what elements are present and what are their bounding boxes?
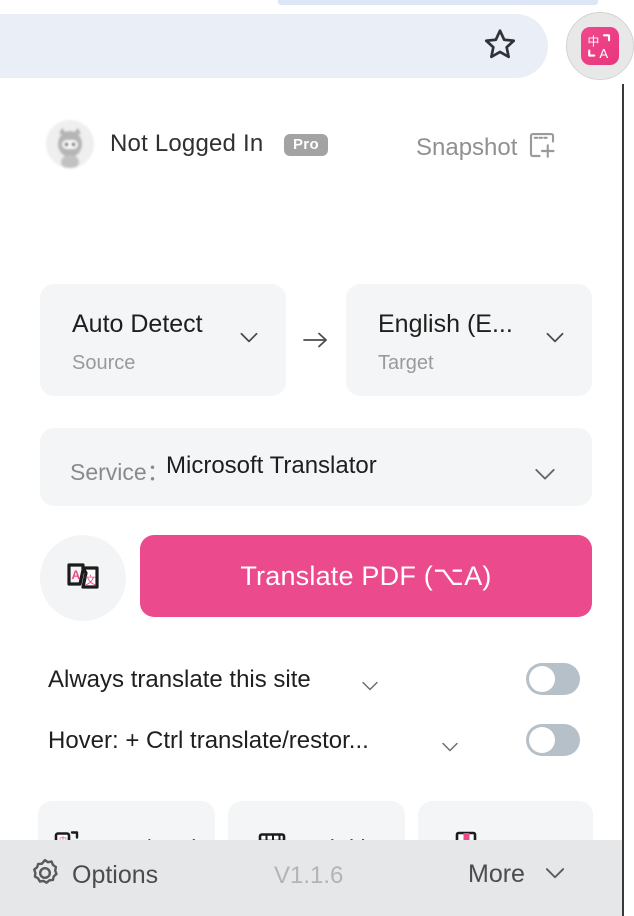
popup-footer: Options V1.1.6 More [0, 840, 622, 916]
chevron-down-icon [541, 858, 569, 891]
omnibox[interactable] [0, 14, 548, 78]
more-label: More [468, 860, 525, 888]
version-label: V1.1.6 [274, 862, 344, 889]
extension-icon-button[interactable]: 中 A [566, 12, 634, 80]
chevron-down-icon [530, 458, 560, 493]
service-value: Microsoft Translator [166, 452, 377, 479]
options-button[interactable]: Options [28, 856, 158, 895]
language-direction-arrow [298, 326, 334, 359]
translate-extension-icon: 中 A [581, 27, 619, 65]
account-row: Not Logged In Pro Snapshot [0, 114, 622, 174]
language-selection-row: Auto Detect Source English (E... Target [0, 284, 622, 400]
chevron-down-icon [236, 324, 262, 355]
service-label: Service： [70, 459, 170, 485]
user-avatar-icon [46, 120, 94, 168]
hover-option-row: Hover: + Ctrl translate/restor... [0, 718, 622, 768]
extension-popup-panel: Not Logged In Pro Snapshot Auto Detect S… [0, 84, 624, 916]
popup-content: Not Logged In Pro Snapshot Auto Detect S… [0, 84, 622, 895]
target-language-sublabel: Target [378, 352, 434, 374]
gear-icon [28, 856, 62, 895]
star-icon [483, 27, 517, 66]
avatar[interactable] [46, 120, 94, 168]
source-language-value: Auto Detect [72, 310, 203, 338]
always-translate-row: Always translate this site [0, 657, 622, 707]
svg-text:A: A [599, 46, 608, 61]
svg-text:文: 文 [85, 573, 96, 587]
snapshot-add-icon [527, 130, 557, 165]
options-label: Options [72, 861, 159, 889]
translate-pdf-button[interactable]: Translate PDF (⌥A) [140, 535, 592, 617]
browser-chrome: 中 A [0, 0, 634, 84]
hover-option-toggle[interactable] [526, 724, 580, 756]
account-name: Not Logged In [110, 130, 264, 157]
target-language-selector[interactable]: English (E... Target [346, 284, 592, 396]
toggle-knob [529, 666, 555, 692]
svg-text:中: 中 [588, 34, 600, 48]
source-language-sublabel: Source [72, 352, 136, 374]
chevron-down-icon [542, 324, 568, 355]
service-selector[interactable]: Service： Microsoft Translator [40, 428, 592, 506]
translate-document-icon: A 文 [61, 554, 105, 603]
chevron-down-icon[interactable] [358, 673, 382, 702]
toggle-knob [529, 727, 555, 753]
target-language-value: English (E... [378, 310, 513, 338]
tab-strip-sliver [278, 0, 598, 5]
chevron-down-icon[interactable] [438, 734, 462, 763]
pro-badge: Pro [284, 134, 328, 156]
translate-action-row: A 文 Translate PDF (⌥A) [0, 535, 622, 621]
always-translate-label: Always translate this site [48, 666, 311, 693]
svg-text:A: A [72, 568, 81, 582]
snapshot-label: Snapshot [416, 133, 518, 161]
more-button[interactable]: More [468, 858, 569, 891]
translate-document-button[interactable]: A 文 [40, 535, 126, 621]
bookmark-star-button[interactable] [478, 26, 522, 66]
source-language-selector[interactable]: Auto Detect Source [40, 284, 286, 396]
snapshot-button[interactable]: Snapshot [416, 130, 557, 165]
always-translate-toggle[interactable] [526, 663, 580, 695]
hover-option-label: Hover: + Ctrl translate/restor... [48, 727, 369, 754]
